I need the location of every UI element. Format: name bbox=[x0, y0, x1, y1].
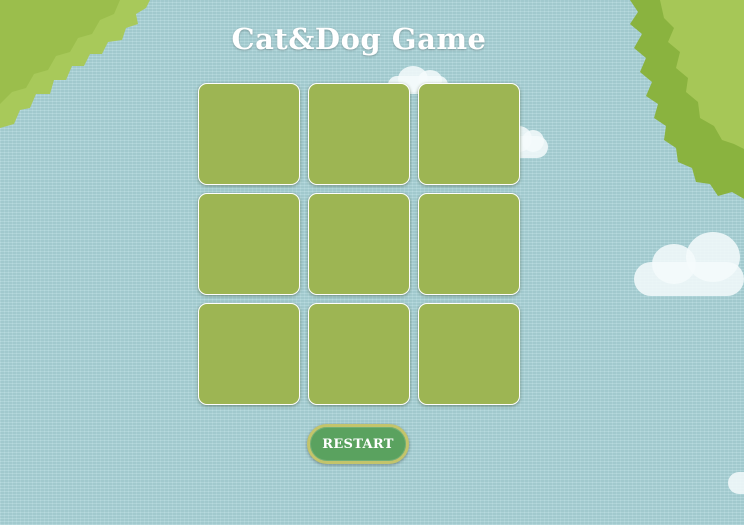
game-title: Cat&Dog Game bbox=[231, 22, 487, 56]
board-cell-6[interactable] bbox=[418, 193, 520, 295]
restart-button[interactable]: RESTART bbox=[307, 424, 409, 464]
board-cell-7[interactable] bbox=[198, 303, 300, 405]
board-cell-5[interactable] bbox=[308, 193, 410, 295]
board-cell-8[interactable] bbox=[308, 303, 410, 405]
board-cell-9[interactable] bbox=[418, 303, 520, 405]
board-cell-1[interactable] bbox=[198, 83, 300, 185]
game-scene: Cat&Dog Game RESTART bbox=[0, 0, 744, 525]
board-cell-2[interactable] bbox=[308, 83, 410, 185]
board-cell-3[interactable] bbox=[418, 83, 520, 185]
cloud-icon bbox=[728, 472, 744, 494]
tree-foliage-left-icon bbox=[0, 0, 150, 128]
board-cell-4[interactable] bbox=[198, 193, 300, 295]
cloud-icon bbox=[634, 232, 744, 296]
game-board bbox=[198, 83, 520, 405]
